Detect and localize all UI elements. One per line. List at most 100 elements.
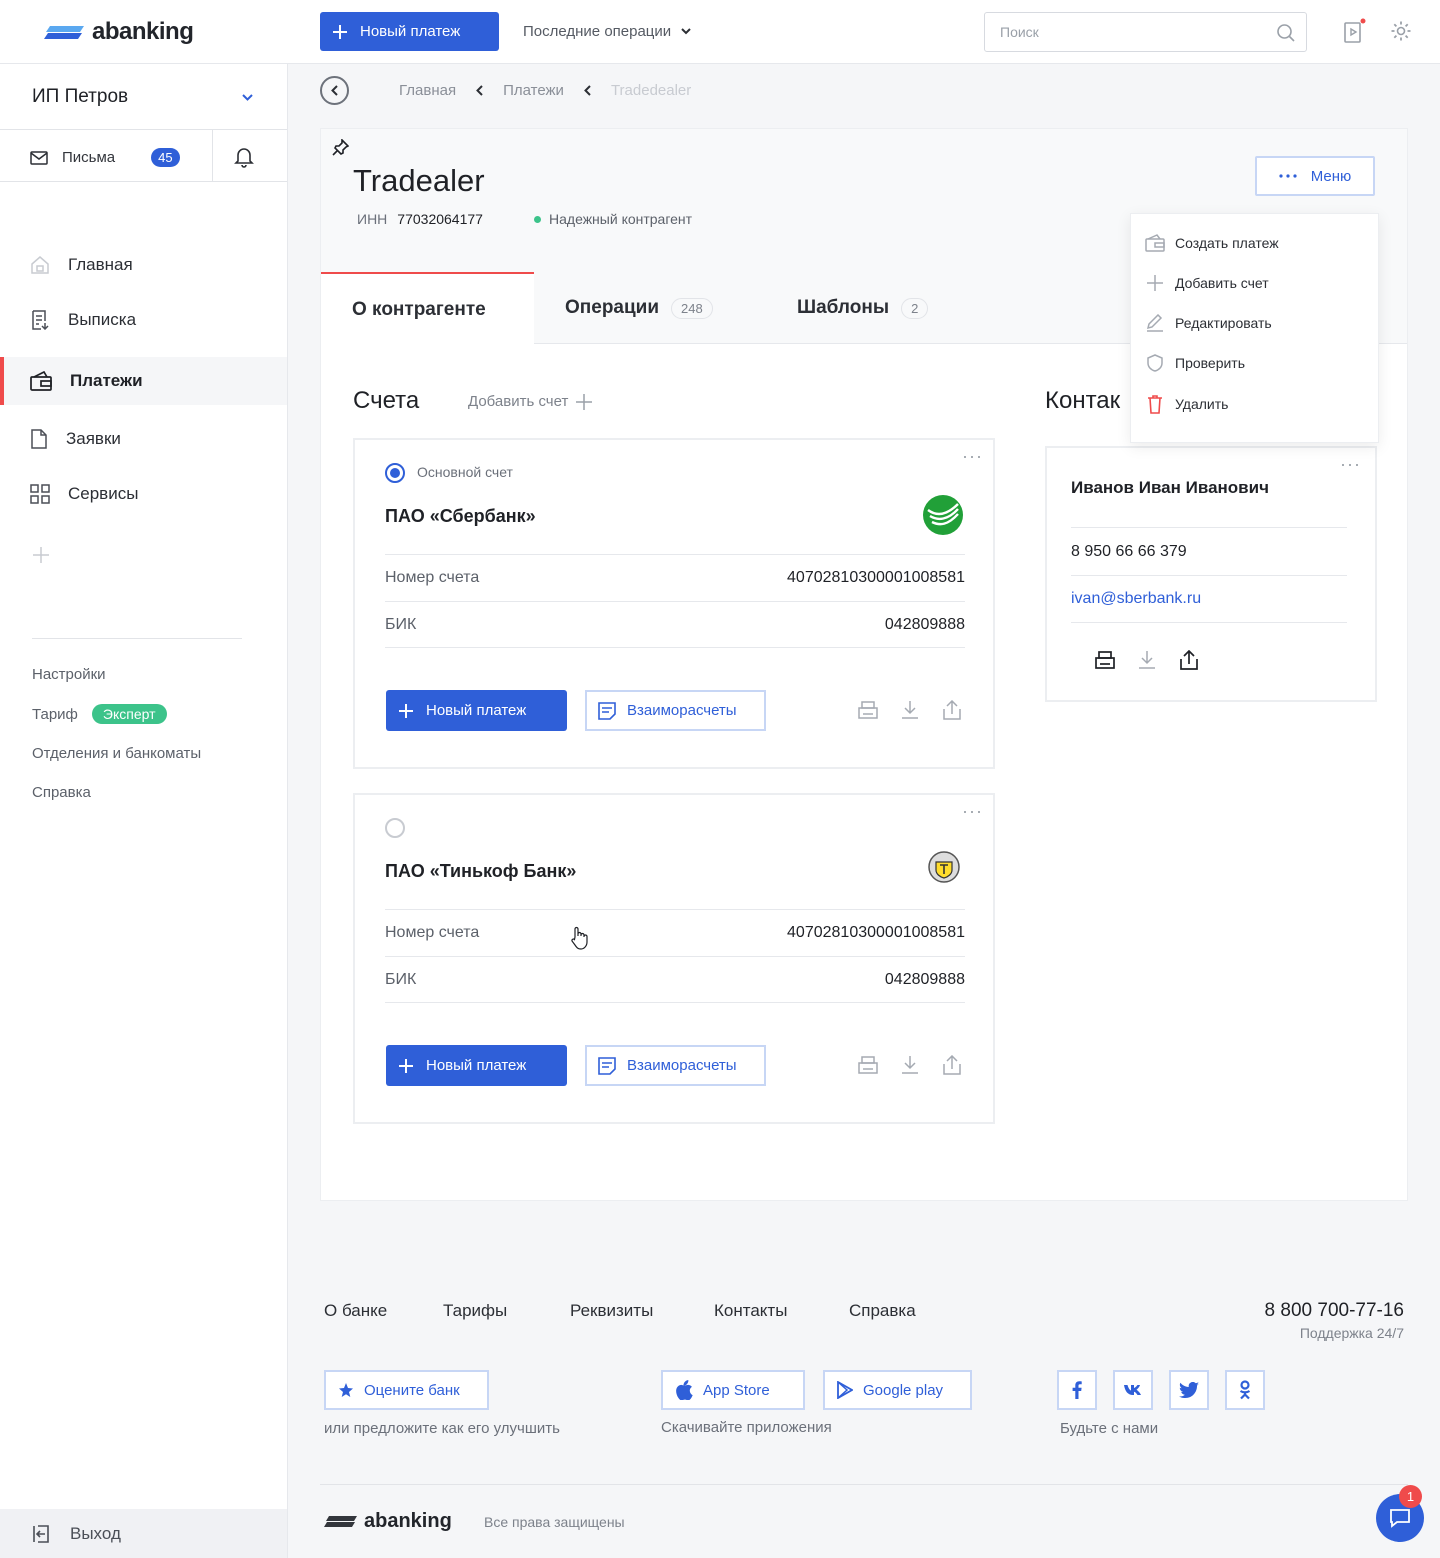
download-icon[interactable] — [1137, 650, 1157, 670]
logout-icon — [33, 1524, 49, 1543]
chevron-down-icon — [681, 28, 691, 35]
sidebar-item-services[interactable]: Сервисы — [0, 470, 287, 518]
download-icon[interactable] — [900, 1055, 920, 1075]
statement-icon — [32, 310, 49, 330]
menu-item-add-account[interactable]: Добавить счет — [1145, 274, 1269, 292]
chat-badge: 1 — [1399, 1485, 1422, 1508]
logo[interactable]: abanking — [44, 18, 194, 46]
mail-icon — [30, 150, 48, 165]
back-button[interactable] — [320, 76, 349, 105]
footer-link-about[interactable]: О банке — [324, 1301, 387, 1321]
print-icon[interactable] — [858, 700, 878, 720]
plus-icon — [333, 24, 347, 39]
settings-link[interactable]: Настройки — [32, 666, 106, 683]
sidebar-item-statement[interactable]: Выписка — [0, 296, 287, 344]
footer-link-contacts[interactable]: Контакты — [714, 1301, 787, 1321]
add-service-plus-icon[interactable] — [33, 547, 49, 563]
contact-phone[interactable]: 8 950 66 66 379 — [1071, 527, 1347, 575]
google-play-button[interactable]: Google play — [823, 1370, 972, 1410]
menu-item-label: Удалить — [1175, 396, 1229, 412]
print-icon[interactable] — [858, 1055, 878, 1075]
sidebar: ИП Петров Письма 45 Главная Выписка Плат… — [0, 64, 288, 1558]
top-header: abanking Новый платеж Последние операции — [0, 0, 1440, 64]
footer-link-requisites[interactable]: Реквизиты — [570, 1301, 653, 1321]
menu-item-verify[interactable]: Проверить — [1145, 354, 1245, 372]
tariff-badge: Эксперт — [91, 704, 167, 724]
app-store-button[interactable]: App Store — [661, 1370, 805, 1410]
tab-templates[interactable]: Шаблоны 2 — [797, 272, 929, 344]
status-dot — [534, 215, 541, 223]
rate-bank-button[interactable]: Оцените банк — [324, 1370, 489, 1410]
breadcrumb-payments[interactable]: Платежи — [503, 82, 564, 99]
menu-button[interactable]: Меню — [1255, 156, 1375, 196]
google-play-label: Google play — [863, 1381, 944, 1399]
sidebar-item-label: Платежи — [70, 371, 143, 390]
letters-label: Письма — [62, 149, 116, 166]
letters-link[interactable]: Письма 45 — [30, 148, 180, 167]
chevron-left-icon — [584, 85, 591, 96]
sidebar-item-label: Выписка — [68, 310, 137, 329]
bik-label: БИК — [385, 970, 417, 988]
letters-count-badge: 45 — [151, 148, 180, 167]
pin-icon[interactable] — [332, 139, 349, 156]
new-payment-button[interactable]: Новый платеж — [386, 1045, 567, 1086]
tab-about[interactable]: О контрагенте — [321, 272, 534, 345]
facebook-icon — [1072, 1381, 1082, 1399]
support-phone[interactable]: 8 800 700-77-16 — [1200, 1300, 1404, 1322]
download-icon[interactable] — [900, 700, 920, 720]
search-input[interactable] — [1000, 13, 1260, 51]
odnoklassniki-button[interactable] — [1225, 1370, 1265, 1410]
accounts-title: Счета — [353, 387, 420, 414]
more-dots-icon[interactable]: ··· — [962, 446, 983, 467]
tariff-label: Тариф — [32, 705, 78, 723]
vk-button[interactable] — [1113, 1370, 1153, 1410]
bell-icon[interactable] — [234, 146, 254, 168]
search-icon[interactable] — [1276, 23, 1296, 43]
support-hours: Поддержка 24/7 — [1299, 1325, 1404, 1341]
menu-item-edit[interactable]: Редактировать — [1145, 314, 1272, 332]
tab-operations[interactable]: Операции 248 — [565, 272, 713, 344]
footer-link-help[interactable]: Справка — [849, 1301, 916, 1321]
more-dots-icon[interactable]: ··· — [962, 801, 983, 822]
bik-row: БИК 042809888 — [385, 956, 965, 1003]
contact-email[interactable]: ivan@sberbank.ru — [1071, 575, 1347, 623]
more-dots-icon[interactable]: ··· — [1340, 454, 1361, 475]
apps-caption: Скачивайте приложения — [661, 1419, 832, 1436]
chevron-down-icon[interactable] — [242, 94, 253, 101]
settlements-button[interactable]: Взаиморасчеты — [585, 1045, 766, 1086]
menu-item-create-payment[interactable]: Создать платеж — [1145, 234, 1279, 252]
recent-operations-label: Последние операции — [523, 23, 672, 40]
main-account-radio[interactable] — [385, 818, 405, 838]
sidebar-item-label: Заявки — [66, 429, 121, 448]
share-icon[interactable] — [942, 700, 962, 720]
star-icon — [339, 1383, 353, 1397]
account-number-value: 40702810300001008581 — [787, 924, 965, 941]
print-icon[interactable] — [1095, 650, 1115, 670]
org-name[interactable]: ИП Петров — [32, 86, 128, 108]
recent-operations-dropdown[interactable]: Последние операции — [523, 23, 691, 40]
branches-link[interactable]: Отделения и банкоматы — [32, 745, 201, 762]
twitter-button[interactable] — [1169, 1370, 1209, 1410]
sidebar-item-requests[interactable]: Заявки — [0, 415, 287, 463]
menu-item-delete[interactable]: Удалить — [1145, 394, 1228, 414]
footer-logo[interactable]: abanking — [324, 1510, 452, 1533]
chevron-left-icon — [476, 85, 483, 96]
sidebar-item-home[interactable]: Главная — [0, 241, 287, 289]
sidebar-item-payments[interactable]: Платежи — [0, 357, 287, 405]
logout-button[interactable]: Выход — [0, 1509, 287, 1558]
facebook-button[interactable] — [1057, 1370, 1097, 1410]
main-account-radio[interactable] — [385, 463, 405, 483]
settlements-button[interactable]: Взаиморасчеты — [585, 690, 766, 731]
new-payment-button[interactable]: Новый платеж — [386, 690, 567, 731]
tariff-link[interactable]: Тариф Эксперт — [32, 704, 167, 724]
share-icon[interactable] — [942, 1055, 962, 1075]
settings-button[interactable] — [1390, 20, 1412, 42]
add-account-link[interactable]: Добавить счет — [468, 393, 593, 410]
share-icon[interactable] — [1179, 650, 1199, 670]
home-icon — [31, 256, 49, 274]
help-link[interactable]: Справка — [32, 784, 91, 801]
breadcrumb-home[interactable]: Главная — [399, 82, 456, 99]
notifications-docs-button[interactable] — [1342, 18, 1368, 44]
header-new-payment-button[interactable]: Новый платеж — [320, 12, 499, 51]
footer-link-tariffs[interactable]: Тарифы — [443, 1301, 507, 1321]
